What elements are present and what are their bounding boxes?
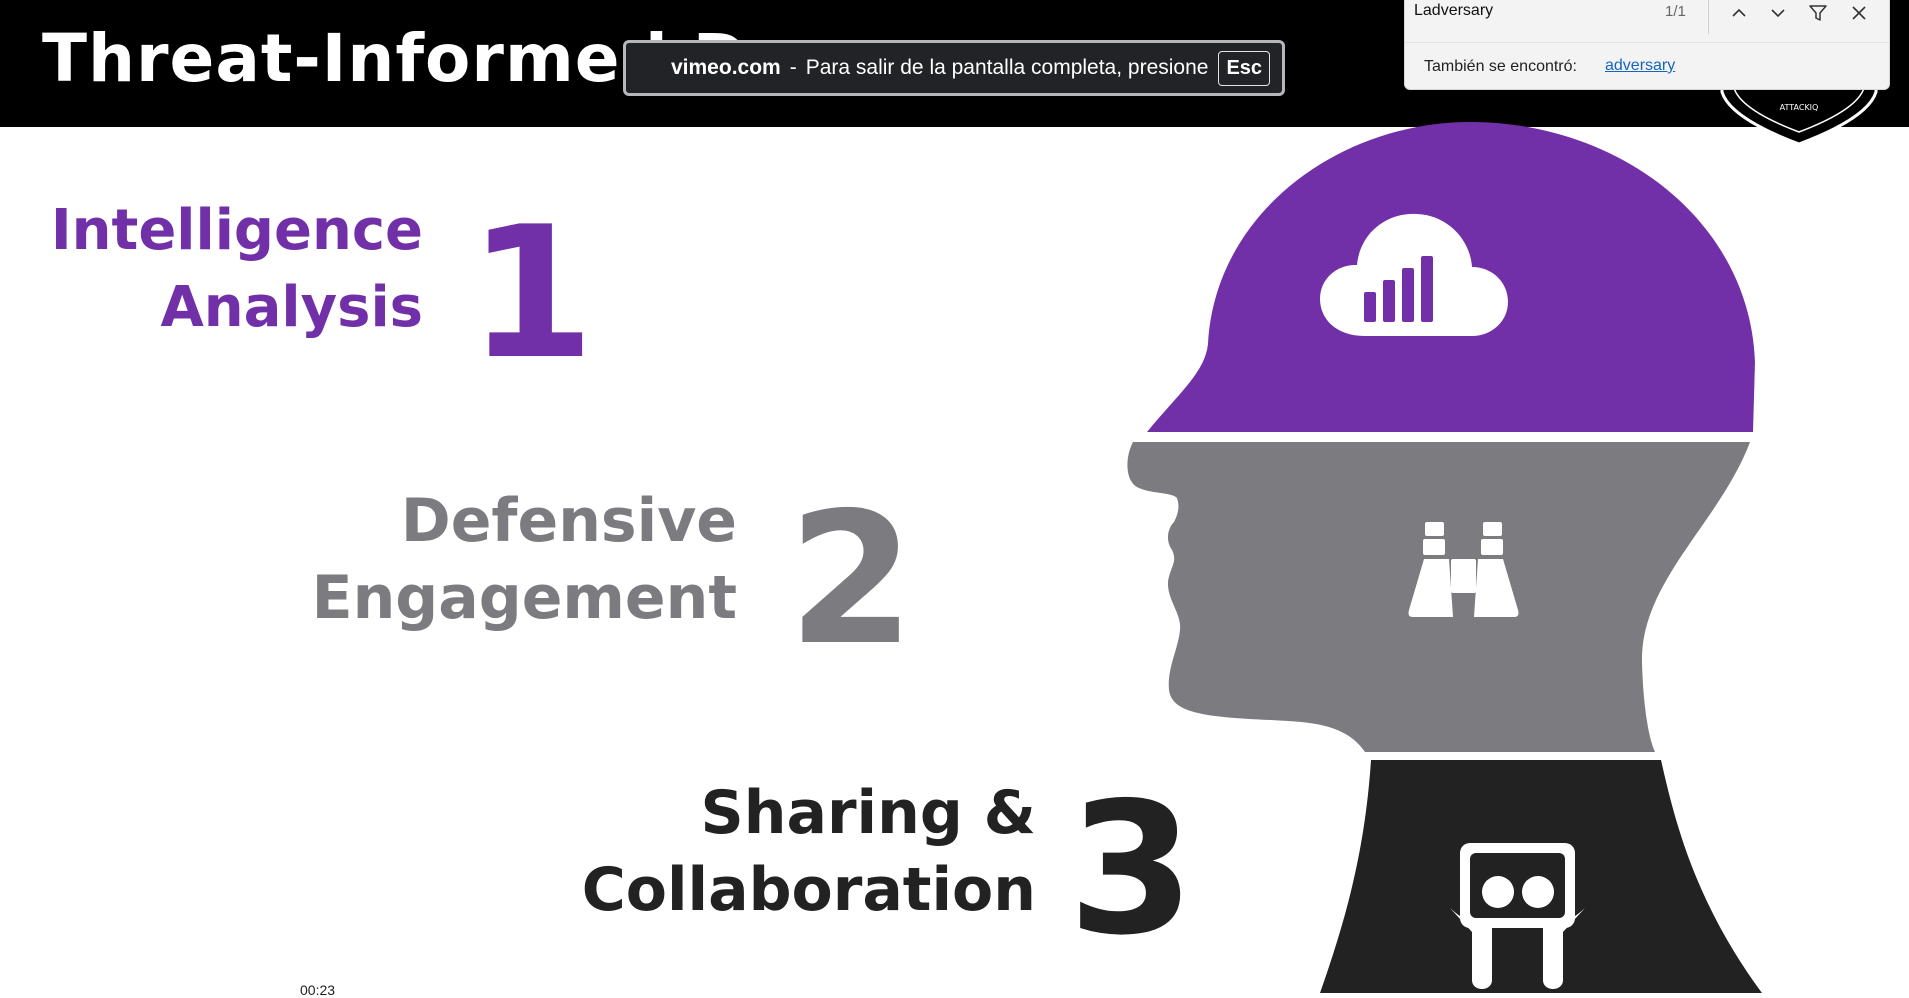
filter-icon	[1809, 5, 1827, 21]
head-silhouette-graphic	[1127, 122, 1762, 993]
chevron-down-icon	[1771, 9, 1785, 18]
close-icon	[1852, 6, 1866, 20]
also-found-label: También se encontró:	[1424, 58, 1577, 75]
find-close-button[interactable]	[1844, 0, 1874, 26]
find-next-button[interactable]	[1763, 0, 1793, 26]
find-bar-divider	[1405, 42, 1889, 43]
step-2-line2: Engagement	[311, 563, 737, 633]
video-timestamp: 00:23	[300, 982, 336, 998]
step-2-number: 2	[788, 473, 915, 685]
step-2-label: Defensive Engagement	[312, 483, 737, 637]
step-2-line1: Defensive	[400, 486, 737, 556]
logo-text: ATTACKIQ	[1780, 103, 1819, 112]
step-3-line2: Collaboration	[581, 855, 1036, 925]
step-1-line2: Analysis	[160, 275, 423, 340]
step-3-label: Sharing & Collaboration	[582, 775, 1036, 929]
toast-separator: -	[789, 56, 797, 79]
find-in-page-bar: Ladversary 1/1 También se encontró: adve…	[1404, 0, 1890, 90]
toast-domain: vimeo.com	[671, 56, 781, 79]
step-1-number: 1	[468, 187, 595, 399]
chevron-up-icon	[1732, 8, 1746, 17]
toast-message: Para salir de la pantalla completa, pres…	[805, 56, 1209, 79]
find-filter-button[interactable]	[1803, 0, 1833, 26]
find-input[interactable]: Ladversary	[1414, 2, 1493, 20]
find-previous-button[interactable]	[1724, 0, 1754, 26]
step-1-label: Intelligence Analysis	[51, 192, 423, 346]
esc-key-hint: Esc	[1218, 50, 1271, 86]
find-divider	[1708, 0, 1709, 34]
step-1-line1: Intelligence	[50, 198, 423, 263]
step-3-line1: Sharing &	[700, 778, 1036, 848]
find-match-count: 1/1	[1665, 3, 1686, 20]
fullscreen-exit-toast: vimeo.com - Para salir de la pantalla co…	[623, 40, 1285, 96]
also-found-link[interactable]: adversary	[1605, 57, 1675, 75]
